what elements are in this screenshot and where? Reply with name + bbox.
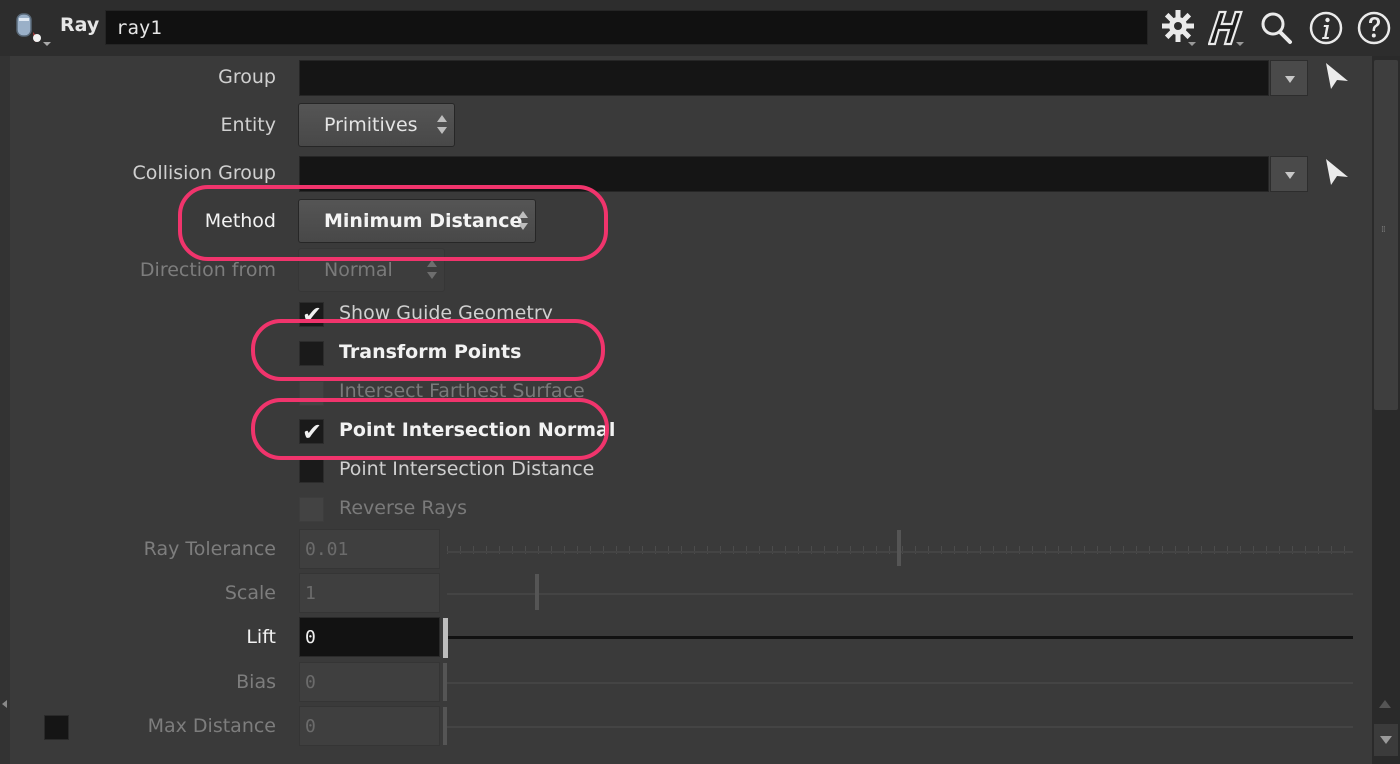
updown-arrow-icon bbox=[436, 112, 448, 138]
lift-slider-handle[interactable] bbox=[443, 618, 448, 658]
scroll-up-arrow-icon[interactable] bbox=[1379, 700, 1391, 708]
max-distance-toggle-checkbox[interactable] bbox=[44, 715, 69, 740]
reverse-rays-checkbox[interactable] bbox=[299, 497, 324, 522]
node-type-label: Ray bbox=[60, 14, 100, 36]
info-icon[interactable] bbox=[1308, 8, 1344, 48]
max-distance-field[interactable]: 0 bbox=[299, 706, 440, 746]
max-distance-slider[interactable] bbox=[447, 726, 1353, 728]
gear-icon[interactable] bbox=[1160, 8, 1196, 48]
bias-slider[interactable] bbox=[447, 682, 1353, 684]
max-distance-value: 0 bbox=[305, 716, 316, 737]
annotation-oval-transform-points bbox=[251, 319, 605, 381]
node-name-value: ray1 bbox=[116, 17, 162, 39]
entity-menu-value: Primitives bbox=[324, 114, 418, 136]
ray-tolerance-label: Ray Tolerance bbox=[143, 538, 276, 560]
collision-group-label: Collision Group bbox=[132, 162, 276, 184]
bias-value: 0 bbox=[305, 672, 316, 693]
search-icon[interactable] bbox=[1258, 8, 1294, 48]
group-field[interactable] bbox=[299, 60, 1269, 96]
scrollbar-grip-icon: ⁞⁞ bbox=[1381, 225, 1386, 235]
scale-label: Scale bbox=[224, 582, 276, 604]
scroll-down-arrow-icon bbox=[1380, 736, 1392, 744]
lift-label: Lift bbox=[246, 626, 276, 648]
parameter-header: Ray ray1 bbox=[0, 0, 1400, 56]
select-arrow-icon[interactable] bbox=[1322, 61, 1352, 93]
left-edge-strip bbox=[0, 56, 10, 764]
reverse-rays-label: Reverse Rays bbox=[339, 497, 467, 519]
direction-from-menu-value: Normal bbox=[324, 259, 393, 281]
scale-slider[interactable] bbox=[447, 593, 1353, 595]
ray-tolerance-slider-handle[interactable] bbox=[897, 530, 901, 566]
scale-field[interactable]: 1 bbox=[299, 573, 440, 613]
entity-menu[interactable]: Primitives bbox=[298, 103, 455, 147]
group-label: Group bbox=[218, 66, 276, 88]
ray-tolerance-field[interactable]: 0.01 bbox=[299, 529, 440, 569]
annotation-oval-point-intersection-normal bbox=[251, 398, 609, 460]
point-intersection-distance-label: Point Intersection Distance bbox=[339, 458, 595, 480]
annotation-oval-method bbox=[178, 185, 608, 261]
ray-tolerance-value: 0.01 bbox=[305, 539, 349, 560]
direction-from-label: Direction from bbox=[139, 259, 276, 281]
bias-slider-handle[interactable] bbox=[443, 663, 447, 701]
max-distance-label: Max Distance bbox=[147, 715, 276, 737]
scrollbar-thumb[interactable] bbox=[1374, 60, 1398, 410]
collapse-arrow-icon[interactable] bbox=[2, 700, 7, 708]
node-name-field[interactable]: ray1 bbox=[105, 10, 1148, 45]
lift-field[interactable]: 0 bbox=[299, 617, 440, 657]
point-intersection-distance-checkbox[interactable] bbox=[299, 458, 324, 483]
entity-label: Entity bbox=[220, 114, 276, 136]
scale-slider-handle[interactable] bbox=[535, 574, 539, 610]
help-icon[interactable] bbox=[1356, 8, 1392, 48]
scale-value: 1 bbox=[305, 583, 316, 604]
houdini-h-icon[interactable] bbox=[1208, 8, 1244, 48]
lift-slider[interactable] bbox=[447, 636, 1353, 639]
lift-value: 0 bbox=[305, 627, 316, 648]
max-distance-slider-handle[interactable] bbox=[443, 707, 447, 745]
bias-field[interactable]: 0 bbox=[299, 662, 440, 702]
bias-label: Bias bbox=[236, 671, 276, 693]
ray-node-icon[interactable] bbox=[13, 12, 57, 48]
collision-group-dropdown-button[interactable] bbox=[1270, 156, 1308, 192]
select-arrow-icon[interactable] bbox=[1322, 157, 1352, 189]
group-dropdown-button[interactable] bbox=[1270, 60, 1308, 96]
